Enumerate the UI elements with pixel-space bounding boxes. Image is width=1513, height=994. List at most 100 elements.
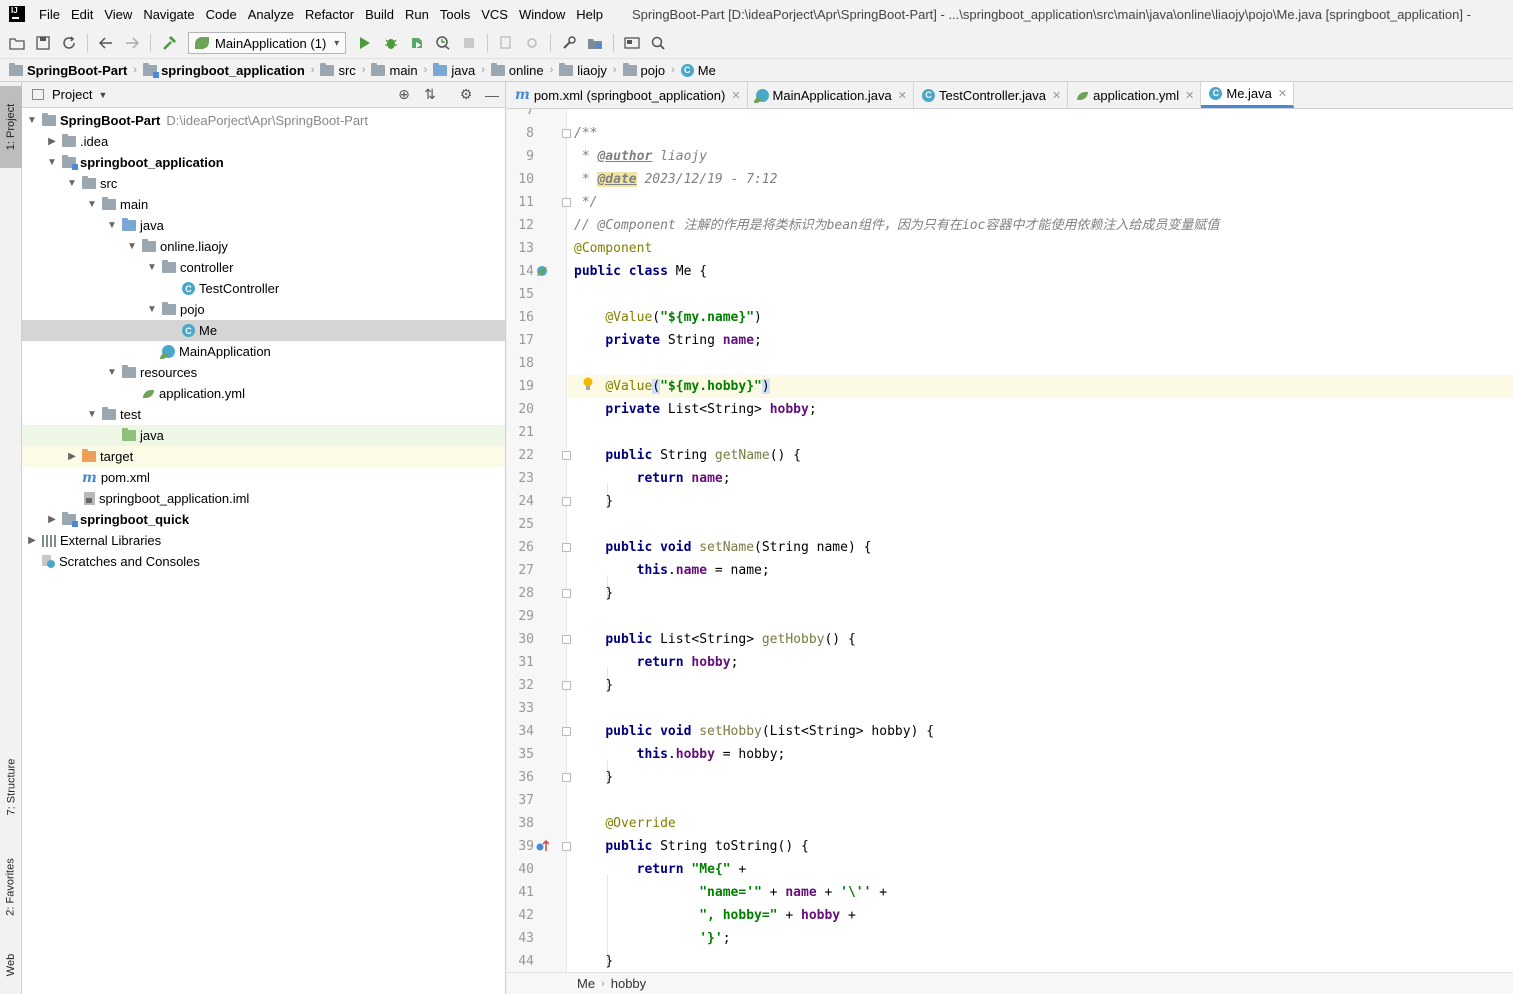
tree-row-application-yml[interactable]: application.yml [22, 383, 505, 404]
tab-pom-xml[interactable]: m pom.xml (springboot_application) ✕ [507, 82, 748, 108]
chevron-down-icon[interactable]: ▼ [142, 262, 162, 273]
close-icon[interactable]: ✕ [898, 89, 907, 102]
collapse-all-icon[interactable]: ⇅ [417, 86, 443, 103]
fold-marker-icon[interactable] [562, 773, 571, 782]
tree-row-src[interactable]: ▼ src [22, 173, 505, 194]
spring-bean-gutter-icon[interactable] [535, 264, 549, 278]
nav-crumb-liaojy[interactable]: liaojy › [559, 62, 622, 78]
code-editor[interactable]: 7 8 9 10 11 12 13 14 15 16 17 18 19 20 21 22 23 24 25 26 27 2… [507, 109, 1513, 972]
tree-row-online-liaojy[interactable]: ▼ online.liaojy [22, 236, 505, 257]
presentation-icon[interactable] [621, 32, 643, 54]
tree-row-me[interactable]: C Me [22, 320, 505, 341]
run-configuration-selector[interactable]: MainApplication (1) ▾ [188, 32, 347, 54]
tree-row-test[interactable]: ▼ test [22, 404, 505, 425]
menu-view[interactable]: View [104, 7, 132, 22]
synchronize-icon[interactable] [58, 32, 80, 54]
menu-file[interactable]: File [39, 7, 60, 22]
tree-row-testcontroller[interactable]: C TestController [22, 278, 505, 299]
tab-mainapplication[interactable]: MainApplication.java ✕ [748, 82, 914, 108]
fold-marker-icon[interactable] [562, 543, 571, 552]
save-all-icon[interactable] [32, 32, 54, 54]
chevron-down-icon[interactable]: ▼ [82, 409, 102, 420]
tree-row-java[interactable]: ▼ java [22, 215, 505, 236]
fold-marker-icon[interactable] [562, 497, 571, 506]
tree-row-resources[interactable]: ▼ resources [22, 362, 505, 383]
tree-row-pom-xml[interactable]: m pom.xml [22, 467, 505, 488]
menu-help[interactable]: Help [576, 7, 603, 22]
chevron-down-icon[interactable]: ▼ [82, 199, 102, 210]
vcs-settings-icon[interactable] [521, 32, 543, 54]
tree-row-pojo[interactable]: ▼ pojo [22, 299, 505, 320]
menu-window[interactable]: Window [519, 7, 565, 22]
tree-row-iml[interactable]: springboot_application.iml [22, 488, 505, 509]
gear-icon[interactable]: ⚙ [453, 86, 479, 103]
chevron-down-icon[interactable]: ▼ [102, 220, 122, 231]
tree-row-external-libraries[interactable]: ▶ External Libraries [22, 530, 505, 551]
editor-crumb-field[interactable]: hobby [611, 976, 646, 991]
stop-icon[interactable] [458, 32, 480, 54]
nav-crumb-src[interactable]: src › [320, 62, 371, 78]
nav-crumb-pojo[interactable]: pojo › [622, 62, 681, 78]
chevron-down-icon[interactable]: ▼ [42, 157, 62, 168]
nav-crumb-java[interactable]: java › [433, 62, 491, 78]
override-method-gutter-icon[interactable] [535, 839, 550, 853]
menu-edit[interactable]: Edit [71, 7, 93, 22]
chevron-down-icon[interactable]: ▼ [22, 115, 42, 126]
project-structure-icon[interactable] [584, 32, 606, 54]
back-arrow-icon[interactable] [95, 32, 117, 54]
nav-crumb-me[interactable]: C Me [680, 63, 716, 78]
fold-marker-icon[interactable] [562, 727, 571, 736]
fold-marker-icon[interactable] [562, 198, 571, 207]
tab-testcontroller[interactable]: C TestController.java ✕ [914, 82, 1069, 108]
run-with-coverage-icon[interactable] [406, 32, 428, 54]
close-icon[interactable]: ✕ [1185, 89, 1194, 102]
fold-marker-icon[interactable] [562, 681, 571, 690]
menu-build[interactable]: Build [365, 7, 394, 22]
tool-window-web-tab[interactable]: Web [0, 940, 22, 990]
tree-row-scratches[interactable]: Scratches and Consoles [22, 551, 505, 572]
chevron-down-icon[interactable]: ▼ [98, 90, 107, 100]
menu-navigate[interactable]: Navigate [143, 7, 194, 22]
fold-marker-icon[interactable] [562, 842, 571, 851]
menu-tools[interactable]: Tools [440, 7, 470, 22]
close-icon[interactable]: ✕ [731, 89, 740, 102]
fold-marker-icon[interactable] [562, 589, 571, 598]
fold-marker-icon[interactable] [562, 451, 571, 460]
menu-run[interactable]: Run [405, 7, 429, 22]
chevron-down-icon[interactable]: ▼ [62, 178, 82, 189]
hide-panel-icon[interactable]: — [479, 87, 505, 103]
tool-window-favorites-tab[interactable]: 2: Favorites [0, 844, 22, 930]
vcs-update-icon[interactable] [495, 32, 517, 54]
chevron-right-icon[interactable]: ▶ [62, 451, 82, 462]
close-icon[interactable]: ✕ [1052, 89, 1061, 102]
tree-row-springboot-quick[interactable]: ▶ springboot_quick [22, 509, 505, 530]
chevron-right-icon[interactable]: ▶ [42, 136, 62, 147]
nav-crumb-project[interactable]: SpringBoot-Part › [9, 62, 143, 78]
tree-row-mainapplication[interactable]: MainApplication [22, 341, 505, 362]
open-folder-icon[interactable] [6, 32, 28, 54]
tab-me-java[interactable]: C Me.java ✕ [1201, 82, 1295, 108]
nav-crumb-main[interactable]: main › [371, 62, 433, 78]
chevron-down-icon[interactable]: ▼ [102, 367, 122, 378]
profile-icon[interactable] [432, 32, 454, 54]
fold-marker-icon[interactable] [562, 635, 571, 644]
nav-crumb-module[interactable]: springboot_application › [143, 62, 320, 78]
tree-row-controller[interactable]: ▼ controller [22, 257, 505, 278]
menu-vcs[interactable]: VCS [481, 7, 508, 22]
menu-analyze[interactable]: Analyze [248, 7, 294, 22]
chevron-right-icon[interactable]: ▶ [22, 535, 42, 546]
locate-file-icon[interactable]: ⊕ [391, 86, 417, 103]
tool-window-project-tab[interactable]: 1: Project [0, 86, 22, 168]
nav-crumb-online[interactable]: online › [490, 62, 559, 78]
project-view-selector[interactable]: Project [52, 87, 92, 102]
editor-crumb-class[interactable]: Me [577, 976, 595, 991]
tree-row-target[interactable]: ▶ target [22, 446, 505, 467]
tree-row-test-java[interactable]: java [22, 425, 505, 446]
forward-arrow-icon[interactable] [121, 32, 143, 54]
tree-row-springboot-application[interactable]: ▼ springboot_application [22, 152, 505, 173]
tree-row-idea[interactable]: ▶ .idea [22, 131, 505, 152]
debug-bug-icon[interactable] [380, 32, 402, 54]
chevron-down-icon[interactable]: ▼ [142, 304, 162, 315]
tool-window-structure-tab[interactable]: 7: Structure [0, 742, 22, 832]
tab-application-yml[interactable]: application.yml ✕ [1068, 82, 1202, 108]
